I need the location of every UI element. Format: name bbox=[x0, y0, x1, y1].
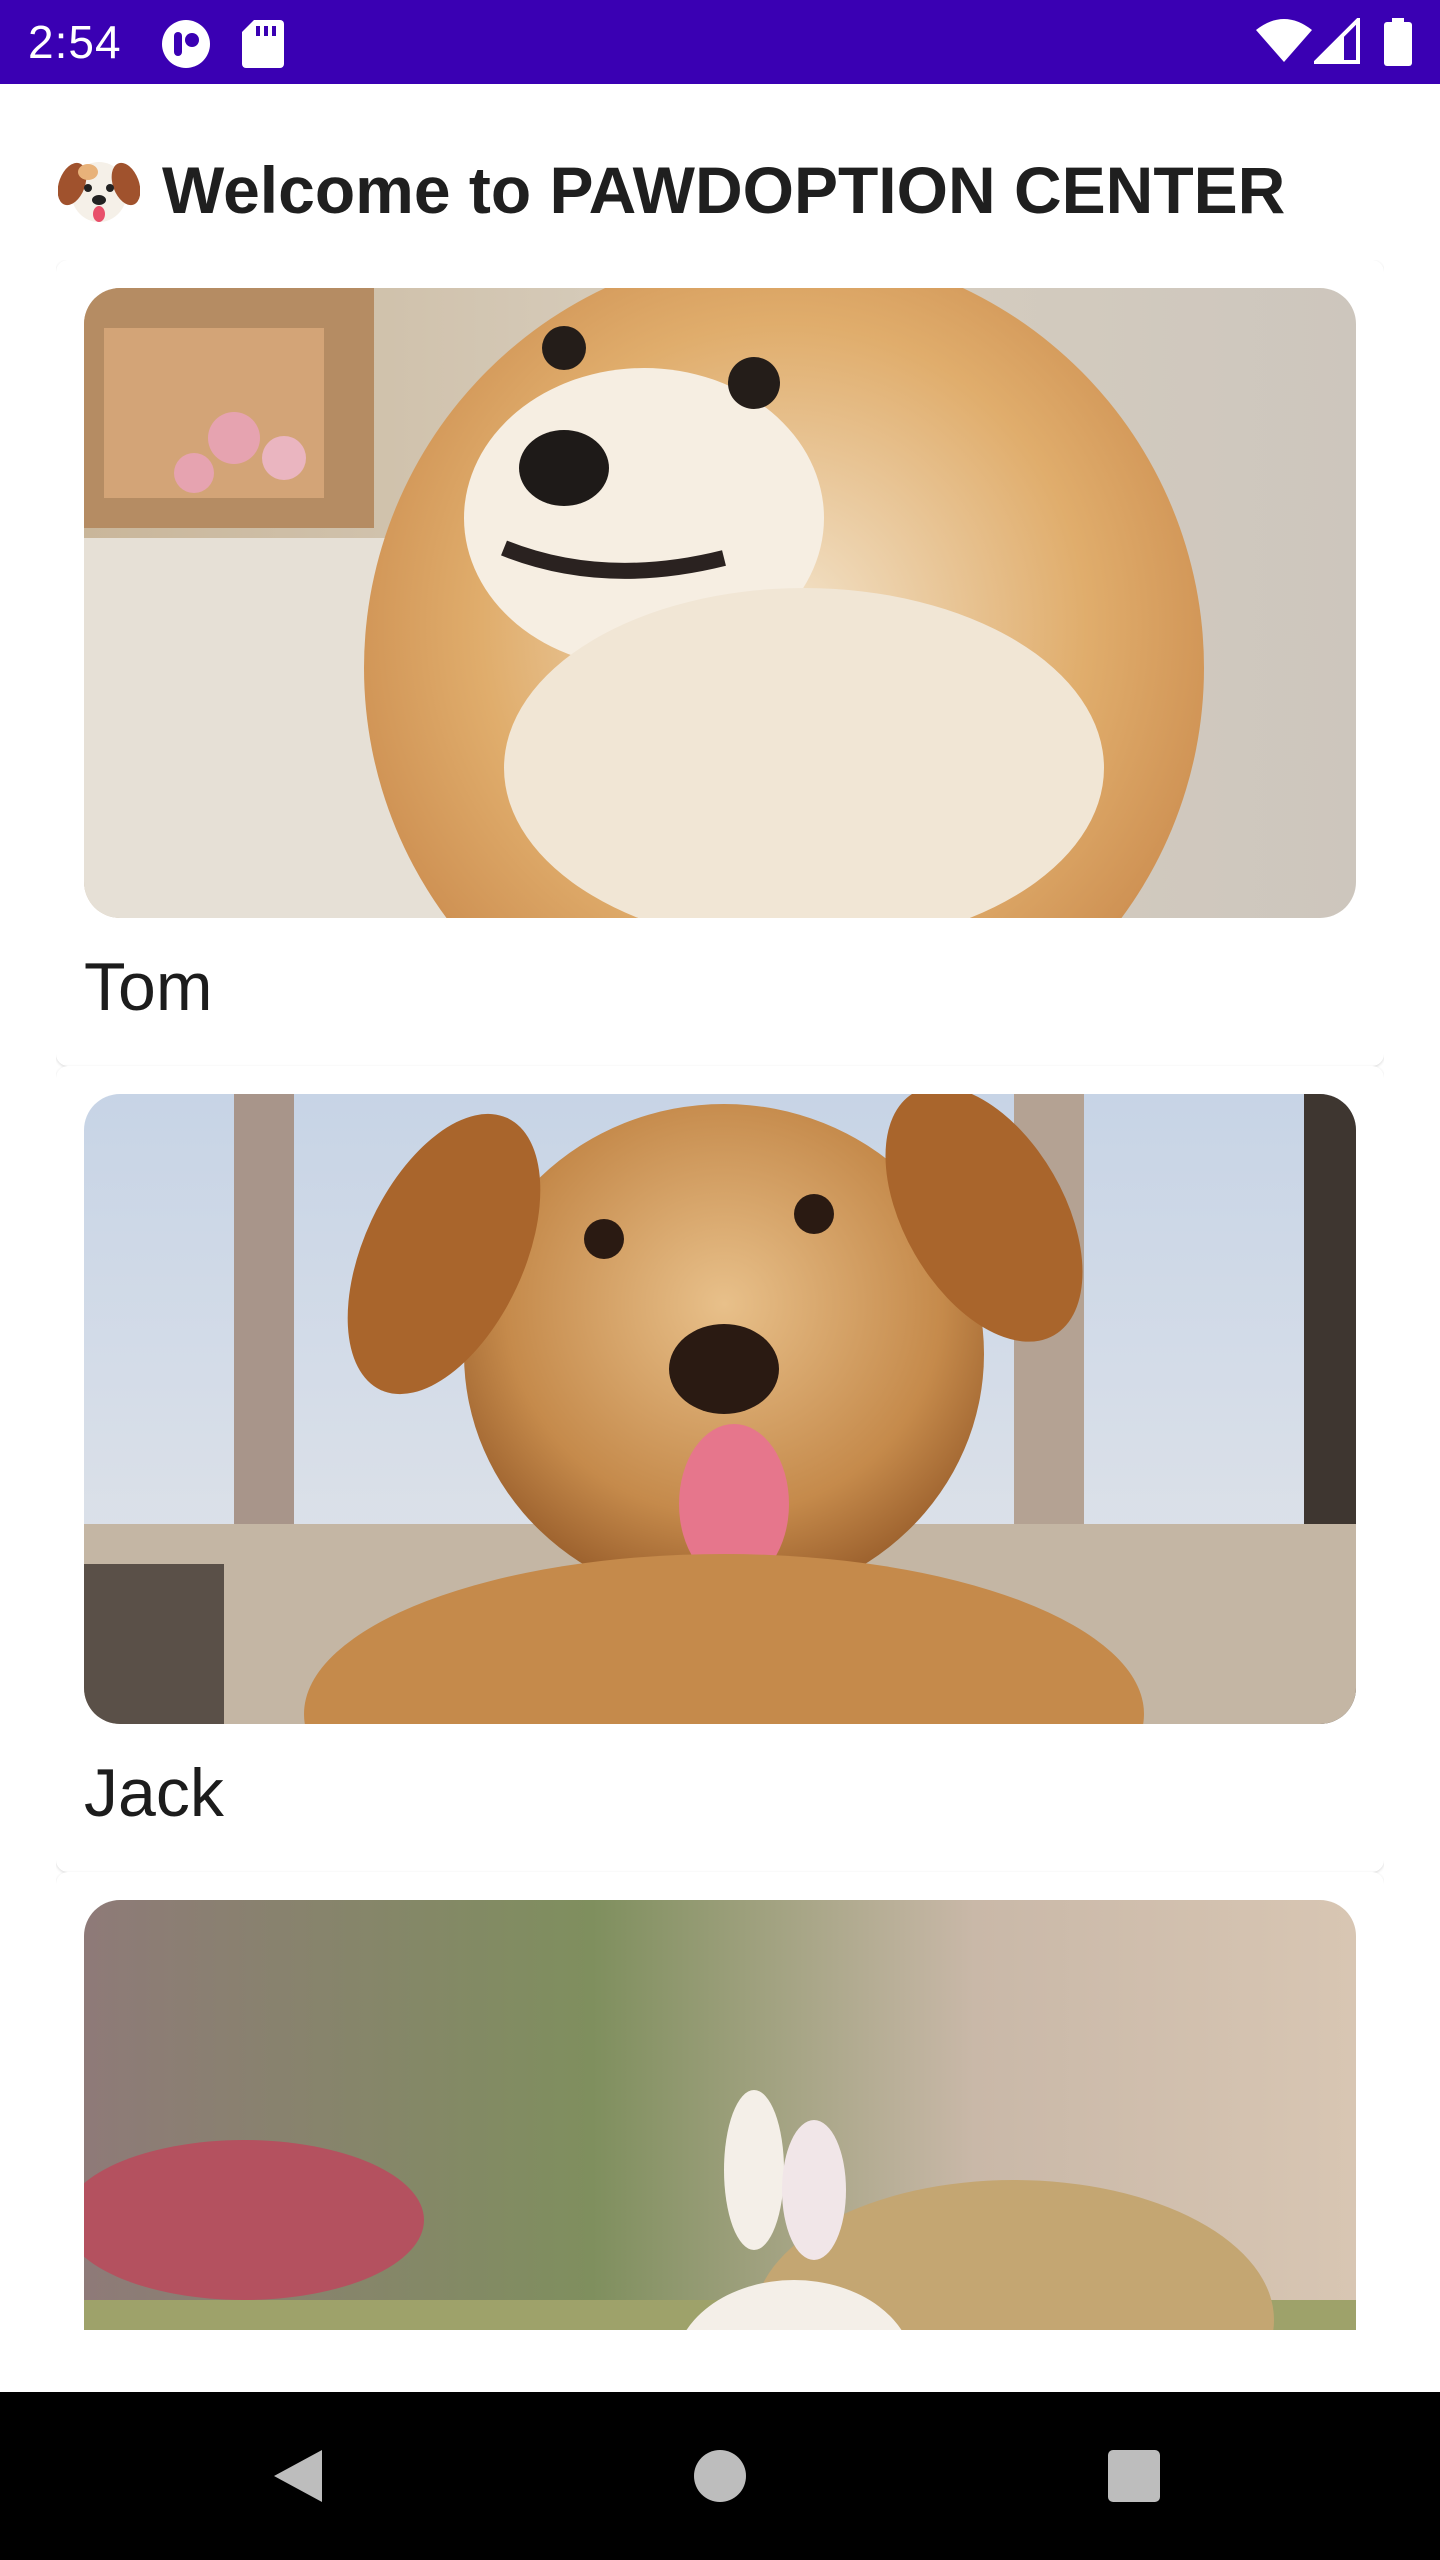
shiba-inu-dog-photo bbox=[84, 288, 1356, 918]
wifi-icon bbox=[1256, 18, 1312, 69]
page-title: Welcome to PAWDOPTION CENTER bbox=[162, 153, 1286, 227]
puppy-emoji-icon bbox=[57, 154, 141, 226]
home-icon[interactable] bbox=[680, 2436, 760, 2516]
sd-card-icon bbox=[242, 18, 284, 73]
pomeranian-in-bunny-hat-photo bbox=[84, 1900, 1356, 2330]
status-bar: 2:54 bbox=[0, 0, 1440, 84]
battery-icon bbox=[1384, 18, 1412, 71]
recents-icon[interactable] bbox=[1094, 2436, 1174, 2516]
pet-name: Tom bbox=[84, 949, 213, 1025]
pet-card-jack[interactable]: Jack bbox=[56, 1066, 1384, 1872]
cell-signal-icon bbox=[1311, 15, 1360, 69]
page-header: Welcome to PAWDOPTION CENTER bbox=[57, 150, 1286, 230]
navigation-bar bbox=[0, 2392, 1440, 2560]
status-time: 2:54 bbox=[28, 16, 122, 68]
pet-card-pomeranian[interactable] bbox=[56, 1872, 1384, 2330]
notification-app-icon bbox=[160, 18, 212, 75]
back-icon[interactable] bbox=[260, 2436, 340, 2516]
pet-name: Jack bbox=[84, 1755, 224, 1831]
brown-puppy-photo bbox=[84, 1094, 1356, 1724]
pet-card-tom[interactable]: Tom bbox=[56, 260, 1384, 1066]
pet-list[interactable]: Tom Jack bbox=[56, 260, 1384, 2330]
